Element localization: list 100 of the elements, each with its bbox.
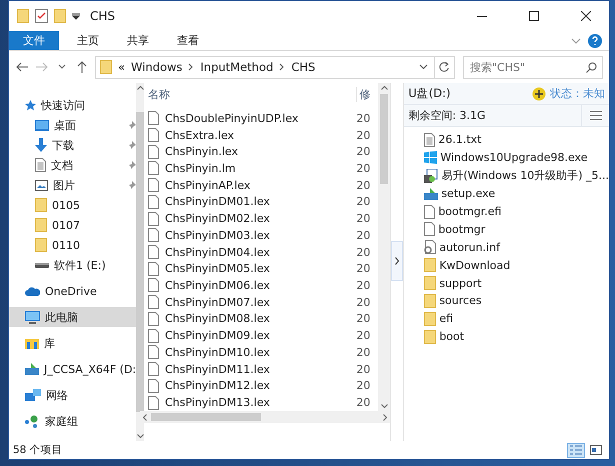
table-cell-text: 20 <box>356 312 372 326</box>
computer-icon <box>25 310 40 324</box>
file-icon <box>148 295 159 310</box>
file-icon <box>148 378 159 393</box>
file-name[interactable]: setup.exe <box>441 187 496 200</box>
sidebar-item[interactable]: 0107 <box>9 215 136 235</box>
sidebar-item[interactable]: 0105 <box>9 195 136 215</box>
file-name[interactable]: ChsPinyinDM07.lex <box>165 296 356 309</box>
scrollbar[interactable] <box>378 83 390 411</box>
file-name[interactable]: ChsPinyinDM08.lex <box>165 312 356 326</box>
view-button[interactable] <box>567 442 585 458</box>
file-name[interactable]: autorun.inf <box>439 240 500 254</box>
properties-icon[interactable] <box>35 9 48 23</box>
sidebar-item[interactable]: 快速访问 <box>9 95 136 115</box>
scroll-up-icon[interactable] <box>136 85 144 90</box>
left-arrow-icon <box>16 62 28 72</box>
sidebar-item[interactable]: 库 <box>9 333 136 353</box>
sidebar-item[interactable]: J_CCSA_X64F (D: <box>9 359 136 379</box>
folder-icon <box>424 294 436 308</box>
file-icon <box>424 204 436 218</box>
installer-icon <box>424 168 438 183</box>
scroll-thumb[interactable] <box>151 413 261 421</box>
file-name[interactable]: support <box>439 276 482 290</box>
file-name[interactable]: ChsPinyinDM06.lex <box>165 278 356 292</box>
breadcrumb[interactable]: CHS <box>291 60 316 74</box>
drive-icon <box>25 363 39 375</box>
scroll-right-icon[interactable] <box>383 414 388 420</box>
up-button[interactable] <box>75 59 89 75</box>
scrollbar[interactable] <box>136 83 144 441</box>
file-name[interactable]: ChsPinyinDM13.lex <box>165 396 356 410</box>
file-name[interactable]: ChsPinyinAP.lex <box>165 178 356 192</box>
file-name[interactable]: ChsPinyinDM04.lex <box>165 246 356 259</box>
file-name[interactable]: ChsPinyinDM01.lex <box>165 195 356 208</box>
search-field[interactable]: 搜索"CHS" <box>463 56 603 78</box>
scroll-down-icon[interactable] <box>136 434 144 439</box>
file-name[interactable]: ChsPinyinDM03.lex <box>165 228 356 242</box>
sidebar-item[interactable]: 桌面 <box>9 115 136 135</box>
sidebar-item[interactable]: OneDrive <box>9 281 136 301</box>
scroll-thumb[interactable] <box>380 94 388 184</box>
sidebar-item[interactable]: 0110 <box>9 235 136 255</box>
cloud-icon <box>25 286 40 296</box>
table-cell-text: 20 <box>356 228 372 242</box>
file-name[interactable]: ChsPinyinDM09.lex <box>165 329 356 342</box>
sidebar-item[interactable]: 网络 <box>9 385 136 405</box>
file-name[interactable]: ChsDoublePinyinUDP.lex <box>165 112 356 125</box>
file-name[interactable]: Windows10Upgrade98.exe <box>440 151 588 164</box>
file-name[interactable]: boot <box>439 330 464 344</box>
ribbon-tab[interactable]: 共享 <box>113 31 163 50</box>
dropdown-icon[interactable] <box>72 12 80 20</box>
file-icon <box>424 222 436 236</box>
address-bar[interactable]: « Windows InputMethod CHS <box>95 56 455 78</box>
scroll-thumb[interactable] <box>136 112 144 412</box>
right-arrow-icon <box>36 62 48 72</box>
file-name[interactable]: ChsExtra.lex <box>165 128 356 142</box>
file-name[interactable]: efi <box>439 312 454 326</box>
add-icon[interactable] <box>532 86 546 100</box>
file-name[interactable]: ChsPinyin.lex <box>165 145 356 158</box>
new-folder-icon <box>54 9 66 23</box>
ribbon-tab[interactable]: 查看 <box>163 31 213 50</box>
star-icon <box>25 100 36 110</box>
windows-logo-icon <box>424 151 438 164</box>
dropdown-icon[interactable] <box>419 64 428 70</box>
help-icon[interactable] <box>587 31 603 51</box>
sidebar-item[interactable]: 此电脑 <box>9 307 136 327</box>
sidebar-item[interactable]: 图片 <box>9 175 136 195</box>
sidebar-item[interactable]: 下载 <box>9 135 136 155</box>
column-header[interactable]: 名称 <box>148 86 356 102</box>
file-icon <box>148 396 159 410</box>
file-name[interactable]: 26.1.txt <box>438 133 482 146</box>
item-count: 58 个项目 <box>13 443 64 457</box>
file-name[interactable]: ChsPinyinDM10.lex <box>165 346 356 359</box>
view-button[interactable] <box>587 442 605 458</box>
breadcrumb[interactable]: InputMethod <box>200 60 274 74</box>
file-name[interactable]: bootmgr <box>438 222 486 236</box>
sidebar-item[interactable]: 文档 <box>9 155 136 175</box>
scroll-down-icon[interactable] <box>380 404 388 409</box>
file-name[interactable]: bootmgr.efi <box>438 205 502 218</box>
file-name[interactable]: ChsPinyinDM05.lex <box>165 262 356 276</box>
scrollbar[interactable] <box>140 411 390 423</box>
file-name[interactable]: ChsPinyin.lm <box>165 162 356 175</box>
file-name[interactable]: ChsPinyinDM11.lex <box>165 362 356 376</box>
sidebar-item[interactable]: 家庭组 <box>9 411 136 431</box>
caret-icon <box>58 64 66 70</box>
homegroup-icon <box>25 414 40 428</box>
file-name[interactable]: ChsPinyinDM02.lex <box>165 212 356 226</box>
scroll-left-icon[interactable] <box>142 414 147 420</box>
folder-icon <box>424 276 436 290</box>
file-name[interactable]: 易升(Windows 10升级助手) _5... <box>441 168 609 184</box>
scroll-up-icon[interactable] <box>380 85 388 90</box>
ribbon-tab[interactable]: 文件 <box>9 31 59 50</box>
file-name[interactable]: ChsPinyinDM12.lex <box>165 379 356 392</box>
ribbon-tab[interactable]: 主页 <box>63 31 113 50</box>
sidebar-item[interactable]: 软件1 (E:) <box>9 255 136 275</box>
up-arrow-icon <box>77 61 87 73</box>
file-name[interactable]: KwDownload <box>439 258 510 272</box>
table-cell-text: 20 <box>356 246 372 259</box>
breadcrumb[interactable]: Windows <box>131 60 182 74</box>
search-icon <box>586 62 597 72</box>
path-overflow[interactable]: « <box>118 60 126 74</box>
file-name[interactable]: sources <box>439 294 482 308</box>
